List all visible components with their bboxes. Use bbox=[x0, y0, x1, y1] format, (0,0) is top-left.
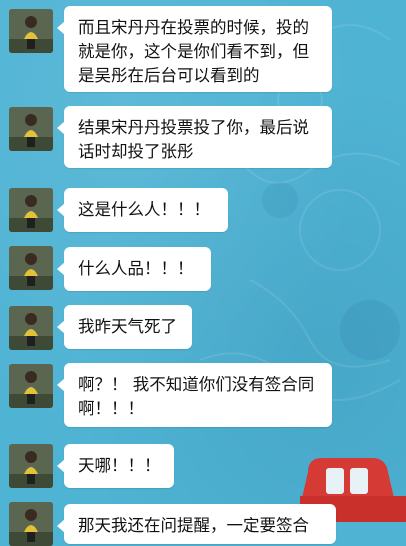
message-bubble[interactable]: 这是什么人！！！ bbox=[57, 188, 228, 232]
avatar-photo bbox=[9, 188, 53, 232]
message-text: 天哪！！！ bbox=[78, 456, 161, 475]
message-text: 啊？！ 我不知道你们没有签合同啊！！！ bbox=[78, 375, 315, 418]
message-text: 这是什么人！！！ bbox=[78, 200, 210, 219]
message-text: 我昨天气死了 bbox=[78, 317, 177, 336]
message-bubble[interactable]: 我昨天气死了 bbox=[57, 305, 192, 349]
message-text: 而且宋丹丹在投票的时候，投的就是你，这个是你们看不到，但是吴彤在后台可以看到的 bbox=[78, 18, 309, 85]
message-text: 什么人品！！！ bbox=[78, 259, 194, 278]
avatar[interactable] bbox=[9, 107, 53, 151]
avatar[interactable] bbox=[9, 306, 53, 350]
message-text: 那天我还在问提醒，一定要签合 bbox=[78, 516, 309, 535]
message-bubble[interactable]: 而且宋丹丹在投票的时候，投的就是你，这个是你们看不到，但是吴彤在后台可以看到的 bbox=[57, 6, 332, 92]
avatar[interactable] bbox=[9, 364, 53, 408]
avatar-photo bbox=[9, 364, 53, 408]
avatar-photo bbox=[9, 9, 53, 53]
avatar[interactable] bbox=[9, 502, 53, 546]
avatar-photo bbox=[9, 246, 53, 290]
message-bubble[interactable]: 结果宋丹丹投票投了你，最后说话时却投了张彤 bbox=[57, 106, 332, 168]
avatar[interactable] bbox=[9, 246, 53, 290]
avatar[interactable] bbox=[9, 444, 53, 488]
avatar-photo bbox=[9, 306, 53, 350]
message-text: 结果宋丹丹投票投了你，最后说话时却投了张彤 bbox=[78, 118, 309, 161]
avatar[interactable] bbox=[9, 188, 53, 232]
avatar[interactable] bbox=[9, 9, 53, 53]
avatar-photo bbox=[9, 107, 53, 151]
message-bubble[interactable]: 那天我还在问提醒，一定要签合 bbox=[57, 504, 336, 544]
message-bubble[interactable]: 什么人品！！！ bbox=[57, 247, 211, 291]
message-bubble[interactable]: 天哪！！！ bbox=[57, 444, 174, 488]
avatar-photo bbox=[9, 502, 53, 546]
message-bubble[interactable]: 啊？！ 我不知道你们没有签合同啊！！！ bbox=[57, 363, 332, 427]
avatar-photo bbox=[9, 444, 53, 488]
